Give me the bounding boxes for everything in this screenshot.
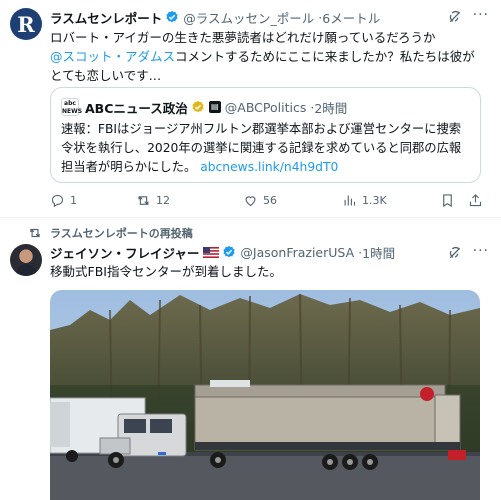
tweet-text: ロバート・アイガーの生きた悪夢読者はどれだけ願っているだろうか @スコット・アダ…: [50, 28, 490, 85]
views-count: 1.3K: [362, 193, 387, 207]
repost-icon: [138, 195, 149, 205]
tweet2-author-name[interactable]: ジェイソン・フレイジャー: [50, 243, 199, 262]
avatar-jason-frazier[interactable]: [10, 244, 42, 276]
quote-tweet[interactable]: abc NEWS ABCニュース政治 ▤ @ABCPolitics · 2時間 …: [50, 87, 481, 183]
tweet-text-line1: ロバート・アイガーの生きた悪夢読者はどれだけ願っているだろうか: [50, 30, 436, 45]
quote-author-name: ABCニュース政治: [85, 100, 188, 116]
share-button[interactable]: [468, 193, 483, 208]
quote-author-handle: @ABCPolitics: [224, 99, 307, 115]
author-handle[interactable]: @ラスムッセン_ポール: [183, 8, 314, 27]
tweet-time[interactable]: 6メートル: [322, 8, 380, 27]
tweet-text-line2-rest: コメントするためにここに来ましたか？私たちは彼が: [175, 49, 475, 64]
heart-icon: [245, 195, 256, 206]
bookmark-icon: [443, 193, 452, 207]
mention-link[interactable]: @スコット・アダムス: [50, 49, 175, 64]
views-button[interactable]: 1.3K: [342, 193, 387, 208]
tweet-actions: 1 12 56 1.3K: [50, 190, 490, 210]
verified-gold-badge-icon: [192, 100, 204, 113]
author-name[interactable]: ラスムセンレポート: [50, 8, 162, 27]
tweet2-time[interactable]: 1時間: [362, 243, 395, 262]
tweet-rasmussen[interactable]: R ラスムセンレポート @ラスムッセン_ポール · 6メートル ··· ロバート…: [0, 0, 501, 218]
grok-icon[interactable]: [447, 9, 463, 25]
reply-button[interactable]: 1: [50, 193, 77, 208]
tweet2-author-handle[interactable]: @JasonFrazierUSA: [240, 245, 354, 260]
tweet2-header: ジェイソン・フレイジャー @JasonFrazierUSA · 1時間: [50, 243, 395, 261]
grok-icon-2[interactable]: [447, 245, 463, 261]
bookmark-button[interactable]: [440, 193, 455, 208]
avatar-abc-news: abc NEWS: [61, 98, 83, 116]
like-button[interactable]: 56: [243, 193, 277, 208]
reply-icon: [51, 194, 64, 207]
repost-count: 12: [156, 193, 170, 207]
quote-header: ABCニュース政治 ▤ @ABCPolitics · 2時間: [85, 98, 347, 116]
repost-small-icon: [29, 228, 41, 238]
us-flag-icon: [203, 246, 220, 258]
affiliate-logo-icon: ▤: [208, 101, 221, 113]
avatar-abc-text: abc NEWS: [62, 100, 83, 115]
tweet-text-line3: とても恋しいです…: [50, 68, 162, 83]
analytics-icon: [344, 195, 356, 205]
tweet-header: ラスムセンレポート @ラスムッセン_ポール · 6メートル: [50, 8, 380, 26]
repost-label-text: ラスムセンレポートの再投稿: [50, 227, 193, 240]
photo-fbi-command-truck: [50, 290, 480, 500]
reply-count: 1: [70, 193, 77, 207]
repost-label[interactable]: ラスムセンレポートの再投稿: [28, 225, 193, 241]
avatar-rasmussen[interactable]: R: [10, 8, 42, 40]
quote-link[interactable]: abcnews.link/n4h9dT0: [200, 160, 338, 174]
quote-text: 速報：FBIはジョージア州フルトン郡選挙本部および運営センターに捜索令状を執行し…: [61, 120, 473, 177]
verified-badge-icon: [166, 10, 178, 23]
tweet2-text: 移動式FBI指令センターが到着しました。: [50, 264, 282, 279]
more-options-icon[interactable]: ···: [473, 7, 489, 23]
tweet2-photo[interactable]: [50, 290, 480, 500]
repost-button[interactable]: 12: [136, 193, 170, 208]
tweet-text-line2: @スコット・アダムスコメントするためにここに来ましたか？私たちは彼が: [50, 47, 490, 66]
quote-time: 2時間: [314, 100, 348, 116]
more-options-icon-2[interactable]: ···: [473, 243, 489, 259]
verified-badge-icon-2: [223, 245, 235, 258]
like-count: 56: [263, 193, 277, 207]
share-icon: [469, 193, 482, 206]
